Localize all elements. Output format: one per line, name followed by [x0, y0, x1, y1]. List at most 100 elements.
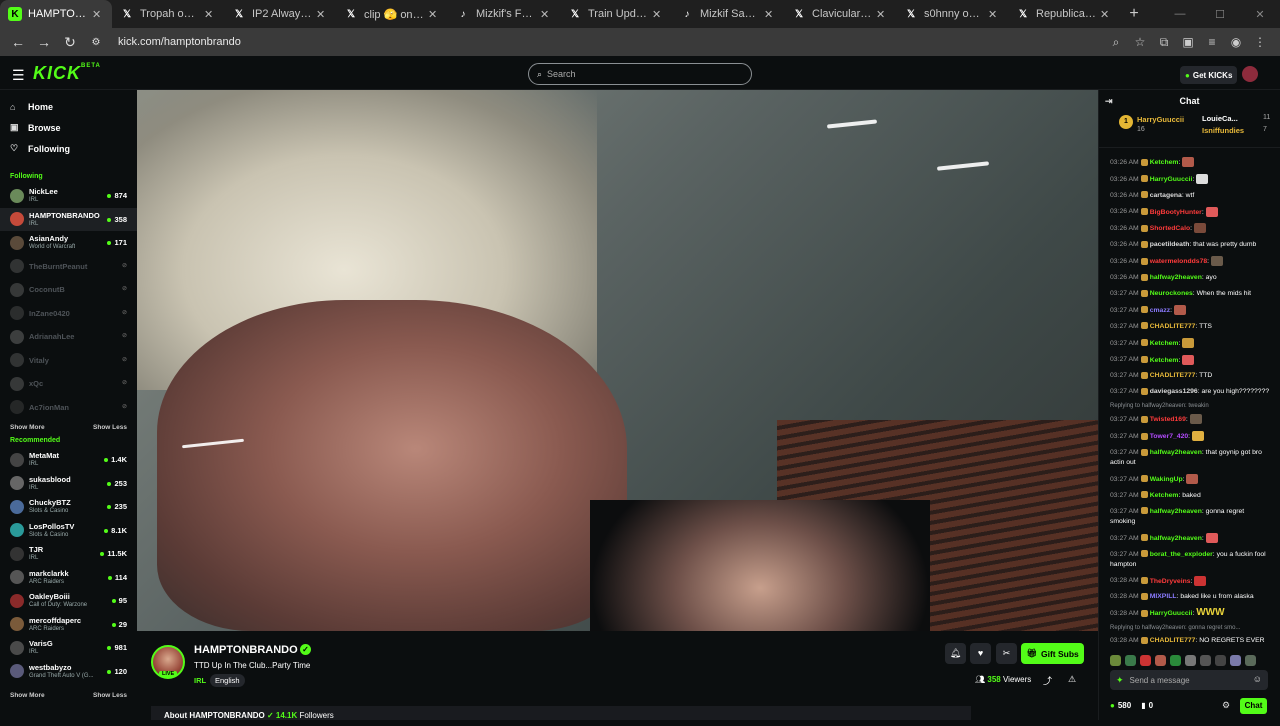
chat-input[interactable]: ✦ Send a message ☺: [1110, 670, 1268, 690]
message-username[interactable]: MIXPILL: [1150, 593, 1177, 600]
reload-icon[interactable]: ↻: [58, 34, 82, 51]
hamburger-menu-icon[interactable]: ☰: [12, 67, 25, 84]
message-username[interactable]: halfway2heaven: [1150, 274, 1202, 281]
show-less-button[interactable]: Show Less: [93, 692, 127, 699]
message-username[interactable]: daviegass1296: [1150, 388, 1198, 395]
collapse-chat-icon[interactable]: ⇥: [1105, 96, 1113, 107]
close-tab-icon[interactable]: ✕: [652, 8, 664, 21]
chat-settings-icon[interactable]: ⚙: [1222, 700, 1230, 711]
browser-tab[interactable]: 𝕏 Republicans again ✕: [1008, 0, 1120, 28]
sidebar-channel-tjr[interactable]: TJR IRL 11.5K: [0, 542, 137, 566]
browser-tab[interactable]: K HAMPTONBRANDO ✕: [0, 0, 112, 28]
sidebar-channel-coconutb[interactable]: CoconutB ⊘: [0, 278, 137, 302]
browser-tab[interactable]: 𝕏 Train Updates on X ✕: [560, 0, 672, 28]
message-username[interactable]: halfway2heaven: [1150, 508, 1202, 515]
sidebar-channel-theburntpeanut[interactable]: TheBurntPeanut ⊘: [0, 255, 137, 279]
new-tab-icon[interactable]: +: [1120, 5, 1148, 23]
emote-icon[interactable]: [1140, 654, 1151, 666]
browser-tab[interactable]: 𝕏s0hnny on X: "Clav ✕: [896, 0, 1008, 28]
show-less-button[interactable]: Show Less: [93, 424, 127, 431]
send-chat-button[interactable]: Chat: [1240, 698, 1267, 714]
browser-tab[interactable]: 𝕏 IP2 Always Wins on X ✕: [224, 0, 336, 28]
nav-following[interactable]: ♡ Following: [0, 138, 137, 159]
gifter-name[interactable]: Isniffundies: [1202, 126, 1244, 135]
show-more-button[interactable]: Show More: [10, 424, 45, 431]
message-username[interactable]: pacetildeath: [1150, 241, 1190, 248]
browser-tab[interactable]: ♪ Mizkif's Frustration ✕: [448, 0, 560, 28]
sidebar-channel-xqc[interactable]: xQc ⊘: [0, 372, 137, 396]
message-username[interactable]: TheDryveins: [1150, 577, 1191, 584]
clip-button[interactable]: ✂: [996, 643, 1017, 664]
message-username[interactable]: borat_the_exploder: [1150, 551, 1213, 558]
category-link[interactable]: IRL: [194, 676, 206, 685]
show-more-button[interactable]: Show More: [10, 692, 45, 699]
sidebar-channel-markclarkk[interactable]: markclarkk ARC Raiders 114: [0, 566, 137, 590]
emote-icon[interactable]: [1245, 654, 1256, 666]
sidebar-channel-asianandy[interactable]: AsianAndy World of Warcraft 171: [0, 231, 137, 255]
message-username[interactable]: Twisted169: [1150, 416, 1186, 423]
message-username[interactable]: ShortedCalo: [1150, 225, 1190, 232]
emote-icon[interactable]: [1215, 654, 1226, 666]
nav-browse[interactable]: ▣ Browse: [0, 117, 137, 138]
forward-icon[interactable]: →: [32, 34, 56, 50]
close-tab-icon[interactable]: ✕: [764, 8, 776, 21]
sidebar-channel-sukasblood[interactable]: sukasblood IRL 253: [0, 472, 137, 496]
site-info-icon[interactable]: ⚙: [84, 37, 108, 48]
sidebar-channel-varisg[interactable]: VarisG IRL 981: [0, 636, 137, 660]
back-icon[interactable]: ←: [6, 34, 30, 50]
sidebar-channel-metamat[interactable]: MetaMat IRL 1.4K: [0, 448, 137, 472]
emote-icon[interactable]: [1155, 654, 1166, 666]
language-tag[interactable]: English: [210, 674, 245, 687]
report-icon[interactable]: ⚠: [1068, 674, 1076, 685]
message-username[interactable]: Tower7_420: [1150, 433, 1188, 440]
message-username[interactable]: cartagena: [1150, 192, 1182, 199]
sidebar-channel-inzane0420[interactable]: InZane0420 ⊘: [0, 302, 137, 326]
message-username[interactable]: Neurockones: [1150, 290, 1193, 297]
browser-tab[interactable]: 𝕏 Tropah on X: " ✕: [112, 0, 224, 28]
gift-subs-button[interactable]: 🎁︎ Gift Subs: [1021, 643, 1084, 664]
close-tab-icon[interactable]: ✕: [316, 8, 328, 21]
message-username[interactable]: WakingUp: [1150, 476, 1183, 483]
share-icon[interactable]: ⤴: [1043, 674, 1052, 687]
emote-icon[interactable]: [1230, 654, 1241, 666]
extensions-icon[interactable]: ⧉: [1152, 35, 1176, 50]
emote-icon[interactable]: [1200, 654, 1211, 666]
emote-icon[interactable]: [1170, 654, 1181, 666]
sidebar-channel-oakleyboiii[interactable]: OakleyBoiii Call of Duty: Warzone 95: [0, 589, 137, 613]
message-username[interactable]: CHADLITE777: [1150, 637, 1196, 644]
kick-logo[interactable]: KICKBETA: [33, 63, 101, 84]
search-input[interactable]: ⌕ Search: [528, 63, 752, 85]
user-avatar[interactable]: [1242, 66, 1258, 82]
zoom-icon[interactable]: ⌕: [1104, 35, 1128, 50]
close-tab-icon[interactable]: ✕: [876, 8, 888, 21]
sidebar-channel-mercoffdaperc[interactable]: mercoffdaperc ARC Raiders 29: [0, 613, 137, 637]
message-username[interactable]: HarryGuuccii: [1150, 610, 1193, 617]
sidepanel-icon[interactable]: ▣: [1176, 35, 1200, 49]
message-username[interactable]: Ketchem: [1150, 492, 1179, 499]
url-field[interactable]: kick.com/hamptonbrando: [118, 36, 241, 48]
message-username[interactable]: halfway2heaven: [1150, 449, 1202, 456]
close-window-icon[interactable]: ✕: [1240, 8, 1280, 21]
close-tab-icon[interactable]: ✕: [988, 8, 1000, 21]
sidebar-channel-lospollostv[interactable]: LosPollosTV Slots & Casino 8.1K: [0, 519, 137, 543]
close-tab-icon[interactable]: ✕: [204, 8, 216, 21]
message-username[interactable]: HarryGuuccii: [1150, 176, 1193, 183]
notification-bell-button[interactable]: 🔔︎: [945, 643, 966, 664]
emote-icon[interactable]: [1110, 654, 1121, 666]
minimize-icon[interactable]: —: [1160, 8, 1200, 20]
browser-tab[interactable]: 𝕏 Clavicular Updates ✕: [784, 0, 896, 28]
close-tab-icon[interactable]: ✕: [428, 8, 440, 21]
emote-icon[interactable]: [1125, 654, 1136, 666]
sidebar-channel-vitaly[interactable]: Vitaly ⊘: [0, 349, 137, 373]
nav-home[interactable]: ⌂ Home: [0, 96, 137, 117]
message-username[interactable]: Ketchem: [1150, 340, 1179, 347]
emote-icon[interactable]: [1185, 654, 1196, 666]
sidebar-channel-westbabyzo[interactable]: westbabyzo Grand Theft Auto V (G... 120: [0, 660, 137, 684]
bookmark-star-icon[interactable]: ☆: [1128, 35, 1152, 49]
close-tab-icon[interactable]: ✕: [1100, 8, 1112, 21]
browser-tab[interactable]: 𝕏clip 🫣 on X: "Mizkif ✕: [336, 0, 448, 28]
media-icon[interactable]: ≡: [1200, 35, 1224, 49]
sidebar-channel-hamptonbrando[interactable]: HAMPTONBRANDO IRL 358: [0, 207, 137, 231]
message-username[interactable]: CHADLITE777: [1150, 323, 1196, 330]
message-username[interactable]: cmazz: [1150, 307, 1170, 314]
